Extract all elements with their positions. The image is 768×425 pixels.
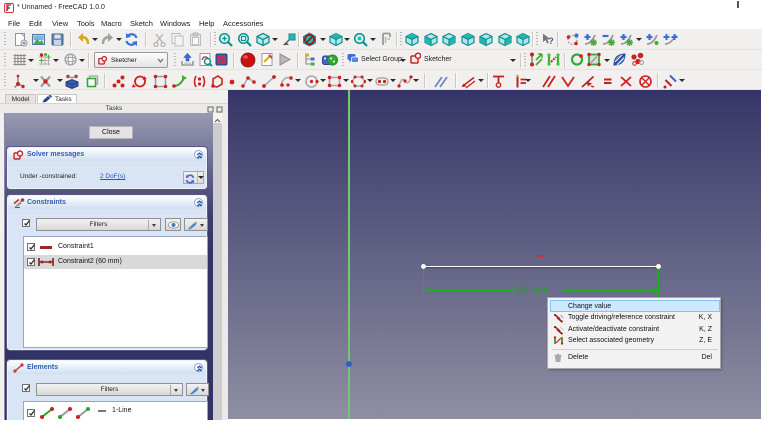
svg-text:?: ?	[548, 36, 554, 46]
